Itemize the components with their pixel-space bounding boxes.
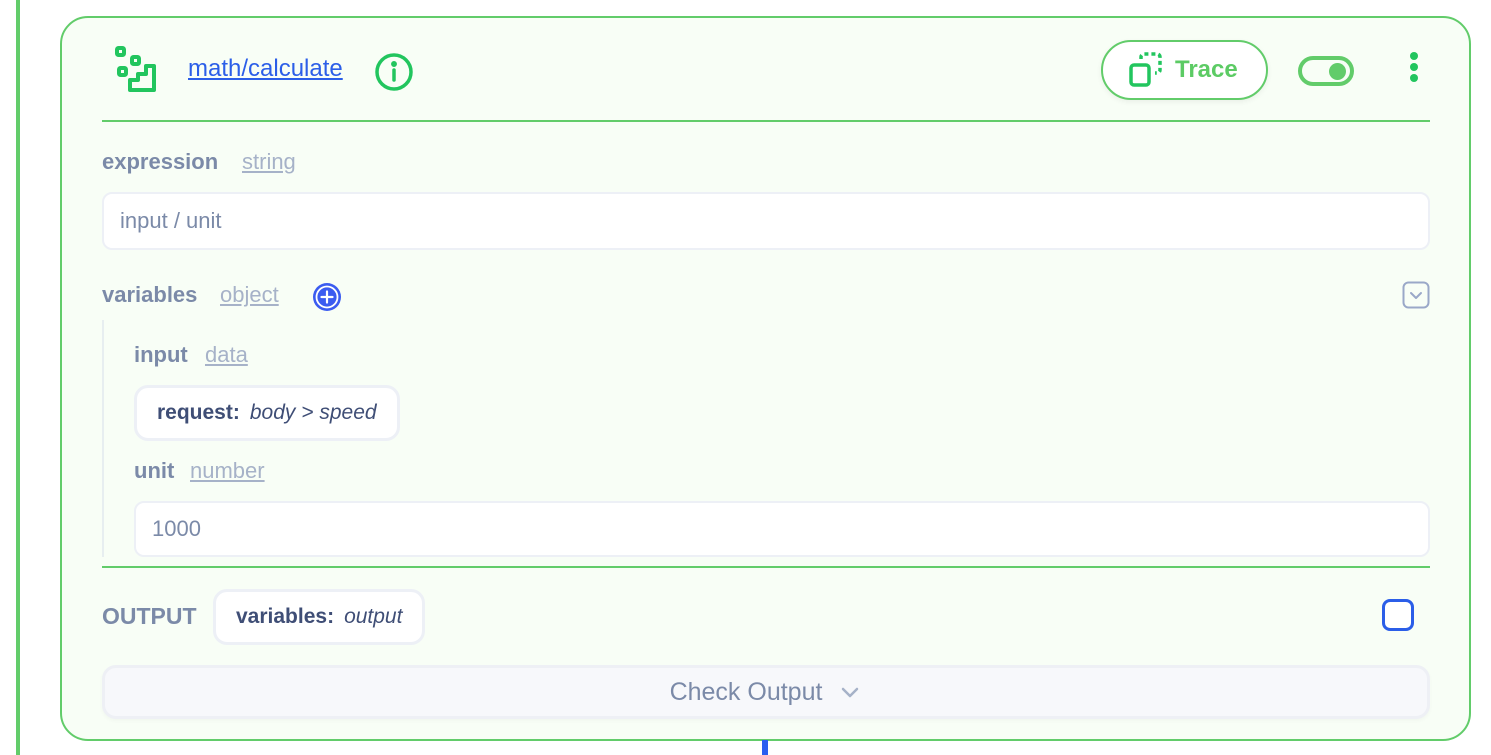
trace-icon bbox=[1129, 52, 1162, 87]
variables-type-link[interactable]: object bbox=[220, 282, 279, 308]
output-target-path: output bbox=[344, 605, 403, 628]
toggle-knob bbox=[1329, 63, 1346, 80]
output-divider bbox=[102, 566, 1430, 568]
flow-rail bbox=[16, 0, 20, 755]
add-variable-icon[interactable] bbox=[312, 282, 342, 312]
more-options-icon[interactable] bbox=[1404, 52, 1424, 88]
output-label: OUTPUT bbox=[102, 603, 197, 629]
enable-toggle[interactable] bbox=[1298, 56, 1354, 86]
unit-var-label: unit bbox=[134, 458, 175, 483]
input-source-key: request: bbox=[157, 401, 240, 424]
header-divider bbox=[102, 120, 1430, 122]
output-target-key: variables: bbox=[236, 605, 335, 628]
nested-indent-line bbox=[102, 320, 104, 557]
unit-input[interactable]: 1000 bbox=[134, 501, 1430, 557]
input-source-pill[interactable]: request: body > speed bbox=[134, 385, 400, 441]
expression-type-link[interactable]: string bbox=[242, 149, 296, 175]
unit-var-type-link[interactable]: number bbox=[190, 458, 265, 484]
input-var-type-link[interactable]: data bbox=[205, 342, 248, 368]
trace-button[interactable]: Trace bbox=[1101, 40, 1268, 100]
step-header: math/calculate Trace bbox=[102, 38, 1430, 102]
step-card: math/calculate Trace expression string i… bbox=[60, 16, 1471, 741]
output-checkbox[interactable] bbox=[1382, 599, 1414, 631]
check-output-label: Check Output bbox=[669, 677, 823, 706]
step-flow-icon bbox=[115, 46, 156, 92]
input-var-label: input bbox=[134, 342, 188, 367]
step-title-link[interactable]: math/calculate bbox=[188, 55, 343, 83]
expression-input[interactable]: input / unit bbox=[102, 192, 1430, 250]
trace-label: Trace bbox=[1175, 56, 1238, 83]
info-icon[interactable] bbox=[374, 52, 414, 92]
expression-label: expression bbox=[102, 149, 219, 174]
check-output-button[interactable]: Check Output bbox=[102, 665, 1430, 719]
chevron-down-icon bbox=[842, 687, 859, 698]
input-source-path: body > speed bbox=[249, 401, 377, 424]
output-target-pill[interactable]: variables: output bbox=[213, 589, 426, 645]
flow-connector bbox=[762, 740, 768, 755]
collapse-chevron-icon[interactable] bbox=[1402, 281, 1430, 309]
variables-label: variables bbox=[102, 282, 198, 307]
